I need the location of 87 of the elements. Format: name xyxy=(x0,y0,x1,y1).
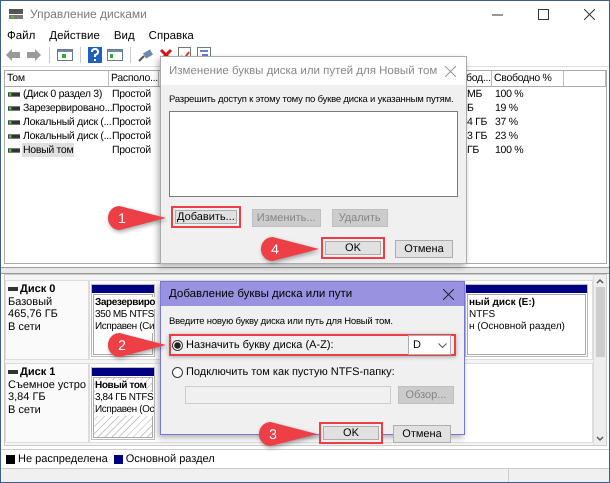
table-cell-text: 100 % xyxy=(494,143,524,157)
disk-name: Диск 1 xyxy=(20,366,56,378)
disk-label-panel[interactable]: Диск 0 Базовый 465,76 ГБ В сети xyxy=(5,280,89,360)
menu-item[interactable]: Справка xyxy=(148,30,194,42)
partition-text: ный диск (E:) xyxy=(469,297,536,309)
partition-bar xyxy=(92,285,154,293)
splitter-bar[interactable] xyxy=(1,267,609,274)
drive-icon xyxy=(8,106,20,110)
drive-letter-dropdown[interactable]: D xyxy=(408,335,451,355)
partition-text: Зарезервиро xyxy=(95,297,156,309)
forward-arrow-icon[interactable] xyxy=(26,48,42,62)
table-cell[interactable]: Локальный диск (... xyxy=(22,129,112,143)
disk-size: 3,84 ГБ xyxy=(8,391,47,404)
partition-bar xyxy=(92,368,154,376)
drive-icon xyxy=(8,370,18,374)
disk-status: В сети xyxy=(8,320,42,333)
disk-size: 465,76 ГБ xyxy=(8,308,59,320)
table-cell[interactable]: Локальный диск (... xyxy=(22,115,112,129)
drive-icon xyxy=(8,148,20,152)
radio-button[interactable] xyxy=(172,340,183,350)
maximize-icon[interactable] xyxy=(538,8,549,20)
step-tooltip: 4 xyxy=(259,236,319,262)
partition-text: 350 МБ NTFS xyxy=(95,309,154,321)
partition-text: 3,84 ГБ NTFS xyxy=(95,392,154,404)
disk-management-icon xyxy=(8,7,24,21)
column-header[interactable]: Том xyxy=(5,71,109,86)
partition-block[interactable]: Новый том 3,84 ГБ NTFS Исправен (Ос xyxy=(91,367,155,440)
step-tooltip: 2 xyxy=(106,332,166,358)
table-cell-text: 100 % xyxy=(494,87,524,101)
drive-icon xyxy=(8,134,20,138)
table-cell[interactable]: Зарезервировано... xyxy=(22,101,114,115)
disk-type: Базовый xyxy=(8,296,54,308)
drive-icon xyxy=(8,120,20,124)
step-tooltip: 3 xyxy=(257,421,317,447)
panel-icon[interactable] xyxy=(107,48,123,62)
table-cell-text: 23 % xyxy=(494,129,519,143)
folder-path-field[interactable] xyxy=(185,386,391,404)
window-title: Управление дисками xyxy=(30,7,147,21)
dialog-title: Добавление буквы диска или пути xyxy=(169,288,354,300)
disk-status: В сети xyxy=(8,404,42,416)
table-cell-text: Б xyxy=(466,101,475,115)
table-cell-text: МБ xyxy=(466,87,484,101)
dialog-button[interactable]: OK xyxy=(319,422,383,444)
close-icon[interactable] xyxy=(584,8,595,20)
back-arrow-icon[interactable] xyxy=(5,48,21,62)
table-cell[interactable]: Новый том xyxy=(22,143,74,157)
help-icon[interactable] xyxy=(88,47,102,63)
prompt-text: Введите новую букву диска или путь для Новый том. xyxy=(169,316,393,327)
column-header[interactable]: Свободно % xyxy=(492,71,564,86)
scrollbar[interactable] xyxy=(593,275,606,445)
partition-text: Новый том xyxy=(95,380,146,392)
close-icon[interactable] xyxy=(443,288,454,300)
table-cell[interactable]: (Диск 0 раздел 3) xyxy=(22,87,104,101)
partition-text: н (Основной раздел) xyxy=(469,321,565,333)
scroll-down-icon[interactable] xyxy=(596,436,604,442)
table-cell-text: 19 % xyxy=(494,101,519,115)
menu-item[interactable]: Вид xyxy=(114,30,135,42)
table-cell-text: 3 ГБ xyxy=(466,129,488,143)
option-label[interactable]: Назначить букву диска (A-Z): xyxy=(186,339,334,351)
table-cell-text: 4 ГБ xyxy=(466,115,488,129)
disk-type: Съемное устро xyxy=(8,378,86,391)
option-label[interactable]: Подключить том как пустую NTFS-папку: xyxy=(186,366,395,378)
table-cell-text: ГБ xyxy=(466,143,480,157)
plug-icon[interactable] xyxy=(138,48,154,62)
partition-block[interactable]: ный диск (E:) NTFS н (Основной раздел) xyxy=(465,284,588,357)
drive-icon xyxy=(8,92,20,96)
menu-item[interactable]: Файл xyxy=(7,30,36,42)
disk-label-panel[interactable]: Диск 1 Съемное устро 3,84 ГБ В сети xyxy=(5,363,89,443)
table-cell-text: Простой xyxy=(111,87,152,101)
dialog-button[interactable]: Отмена xyxy=(393,425,451,443)
panel-icon[interactable] xyxy=(57,48,73,62)
disk-name: Диск 0 xyxy=(20,283,56,296)
prompt-text: Разрешить доступ к этому тому по букве диска и указанным путям. xyxy=(169,94,454,105)
partition-text: Исправен (Си xyxy=(95,321,154,333)
legend-label: Основной раздел xyxy=(126,453,215,465)
step-tooltip: 1 xyxy=(106,205,166,231)
column-header[interactable]: Располо... xyxy=(109,71,159,86)
chevron-down-icon xyxy=(438,342,447,348)
table-cell-text: Простой xyxy=(111,143,152,157)
scroll-up-icon[interactable] xyxy=(596,278,604,284)
table-cell-text: 37 % xyxy=(494,115,519,129)
menu-item[interactable]: Действие xyxy=(49,30,100,42)
drive-icon xyxy=(8,287,18,292)
partition-text: Исправен (Ос xyxy=(95,404,154,416)
dialog-title: Изменение буквы диска или путей для Новый том xyxy=(169,65,438,77)
radio-button[interactable] xyxy=(172,366,183,378)
legend-label: Не распределена xyxy=(18,453,108,465)
